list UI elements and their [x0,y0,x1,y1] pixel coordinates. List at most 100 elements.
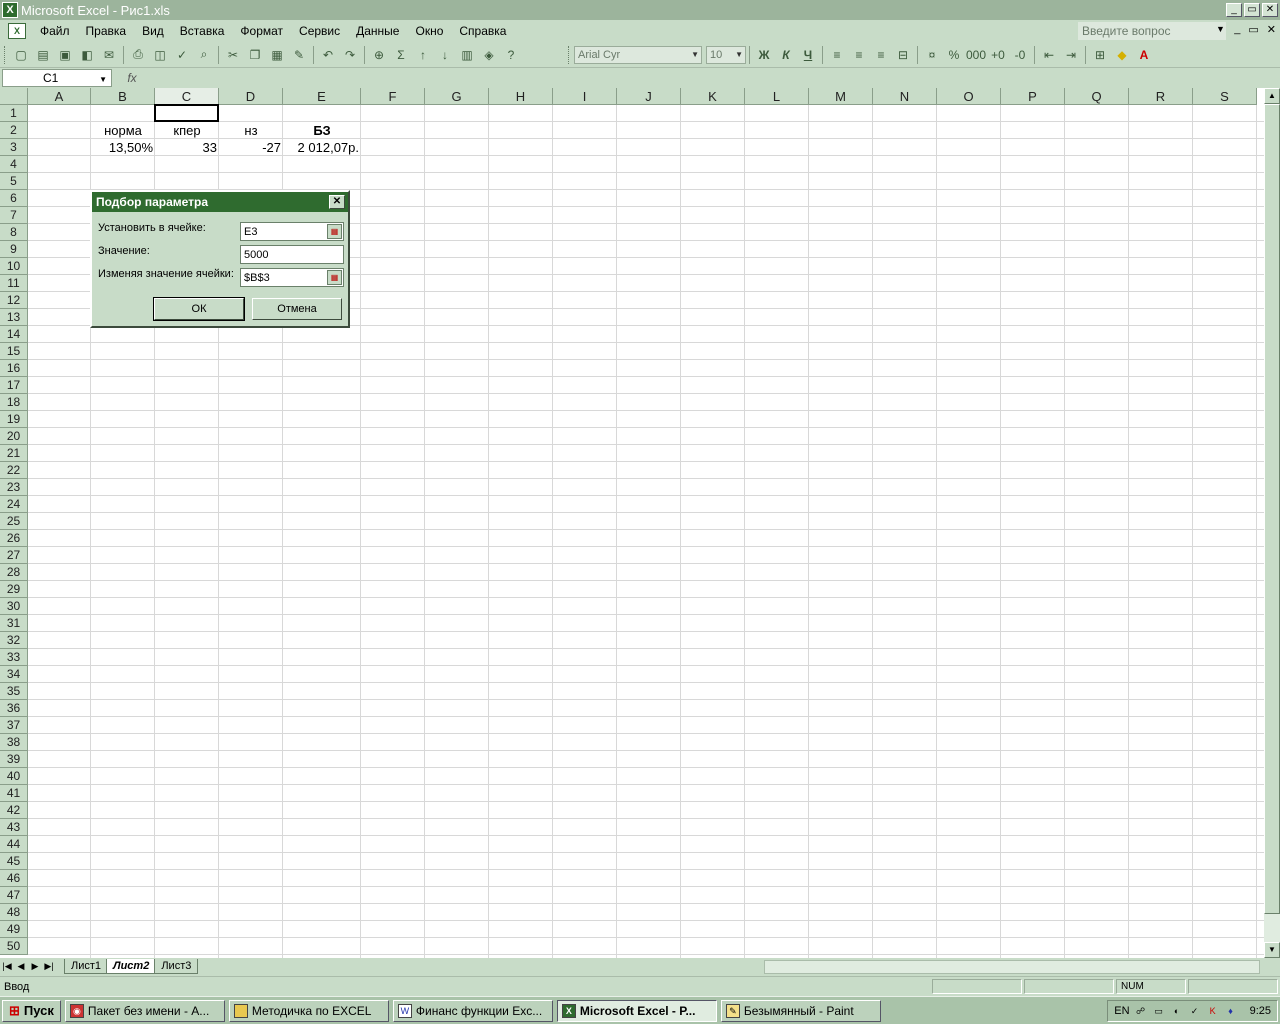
column-header-q[interactable]: Q [1065,88,1129,105]
row-header-7[interactable]: 7 [0,207,28,224]
row-header-36[interactable]: 36 [0,700,28,717]
menu-file[interactable]: Файл [32,21,78,41]
column-header-p[interactable]: P [1001,88,1065,105]
column-header-e[interactable]: E [283,88,361,105]
column-header-k[interactable]: K [681,88,745,105]
row-header-12[interactable]: 12 [0,292,28,309]
row-header-20[interactable]: 20 [0,428,28,445]
align-left-icon[interactable]: ≡ [826,44,848,66]
column-header-s[interactable]: S [1193,88,1257,105]
ask-question-box[interactable]: Введите вопрос [1078,22,1226,40]
toolbar-grip[interactable] [4,45,7,64]
redo-icon[interactable]: ↷ [339,44,361,66]
prev-sheet-icon[interactable]: ◀ [14,961,28,972]
close-button[interactable]: ✕ [1262,3,1278,17]
underline-button[interactable]: Ч [797,44,819,66]
cancel-button[interactable]: Отмена [252,298,342,320]
column-header-r[interactable]: R [1129,88,1193,105]
row-header-37[interactable]: 37 [0,717,28,734]
help-icon[interactable]: ? [500,44,522,66]
doc-restore-icon[interactable]: ▭ [1248,23,1258,36]
cell-b3[interactable]: 13,50% [91,139,155,156]
sort-ascending-icon[interactable]: ↑ [412,44,434,66]
decrease-decimal-icon[interactable]: -0 [1009,44,1031,66]
row-header-1[interactable]: 1 [0,105,28,122]
maximize-button[interactable]: ▭ [1244,3,1260,17]
scroll-up-icon[interactable]: ▲ [1264,88,1280,104]
row-header-4[interactable]: 4 [0,156,28,173]
active-cell-c1[interactable] [154,104,219,122]
undo-icon[interactable]: ↶ [317,44,339,66]
bold-button[interactable]: Ж [753,44,775,66]
borders-icon[interactable]: ⊞ [1089,44,1111,66]
row-header-13[interactable]: 13 [0,309,28,326]
format-painter-icon[interactable]: ✎ [288,44,310,66]
save-icon[interactable]: ▣ [54,44,76,66]
fill-color-icon[interactable]: ◆ [1111,44,1133,66]
increase-decimal-icon[interactable]: +0 [987,44,1009,66]
row-header-24[interactable]: 24 [0,496,28,513]
volume-icon[interactable]: ◐ [1170,1004,1184,1018]
column-header-b[interactable]: B [91,88,155,105]
task-paint[interactable]: ✎ Безымянный - Paint [720,999,881,1022]
column-header-m[interactable]: M [809,88,873,105]
row-header-18[interactable]: 18 [0,394,28,411]
font-color-icon[interactable]: A [1133,44,1155,66]
row-header-16[interactable]: 16 [0,360,28,377]
align-center-icon[interactable]: ≡ [848,44,870,66]
print-preview-icon[interactable]: ◫ [149,44,171,66]
range-select-icon[interactable]: ▦ [327,224,342,239]
column-header-a[interactable]: A [28,88,91,105]
research-icon[interactable]: ⌕ [193,44,215,66]
cell-d2[interactable]: нз [219,122,283,139]
font-name-select[interactable]: Arial Cyr ▼ [574,45,702,64]
row-header-41[interactable]: 41 [0,785,28,802]
scroll-thumb[interactable] [1264,104,1280,914]
chevron-down-icon[interactable]: ▼ [691,48,699,62]
email-icon[interactable]: ✉ [98,44,120,66]
name-box[interactable]: C1 ▼ [2,69,112,87]
italic-button[interactable]: К [775,44,797,66]
row-header-17[interactable]: 17 [0,377,28,394]
toolbar-grip[interactable] [568,45,571,64]
monitor-icon[interactable]: ▭ [1152,1004,1166,1018]
percent-icon[interactable]: % [943,44,965,66]
select-all-corner[interactable] [0,88,28,105]
sort-descending-icon[interactable]: ↓ [434,44,456,66]
menu-data[interactable]: Данные [348,21,407,41]
column-header-h[interactable]: H [489,88,553,105]
row-header-28[interactable]: 28 [0,564,28,581]
row-header-5[interactable]: 5 [0,173,28,190]
doc-minimize-icon[interactable]: _ [1234,23,1240,36]
spelling-icon[interactable]: ✓ [171,44,193,66]
row-header-42[interactable]: 42 [0,802,28,819]
row-header-35[interactable]: 35 [0,683,28,700]
antivirus-icon[interactable]: ✓ [1188,1004,1202,1018]
row-header-32[interactable]: 32 [0,632,28,649]
cell-e3[interactable]: 2 012,07р. [283,139,361,156]
minimize-button[interactable]: _ [1226,3,1242,17]
row-header-45[interactable]: 45 [0,853,28,870]
column-header-g[interactable]: G [425,88,489,105]
row-header-14[interactable]: 14 [0,326,28,343]
language-indicator[interactable]: EN [1114,1005,1129,1017]
column-header-i[interactable]: I [553,88,617,105]
new-icon[interactable]: ▢ [10,44,32,66]
row-header-29[interactable]: 29 [0,581,28,598]
open-icon[interactable]: ▤ [32,44,54,66]
next-sheet-icon[interactable]: ▶ [28,961,42,972]
menu-tools[interactable]: Сервис [291,21,348,41]
row-header-47[interactable]: 47 [0,887,28,904]
autosum-icon[interactable]: Σ [390,44,412,66]
row-header-11[interactable]: 11 [0,275,28,292]
insert-function-icon[interactable]: fx [112,71,152,85]
set-cell-field[interactable]: Е3 ▦ [240,222,344,241]
row-header-25[interactable]: 25 [0,513,28,530]
row-header-38[interactable]: 38 [0,734,28,751]
chevron-down-icon[interactable]: ▼ [99,72,107,88]
row-header-46[interactable]: 46 [0,870,28,887]
menu-window[interactable]: Окно [407,21,451,41]
currency-icon[interactable]: ¤ [921,44,943,66]
row-header-49[interactable]: 49 [0,921,28,938]
row-header-33[interactable]: 33 [0,649,28,666]
